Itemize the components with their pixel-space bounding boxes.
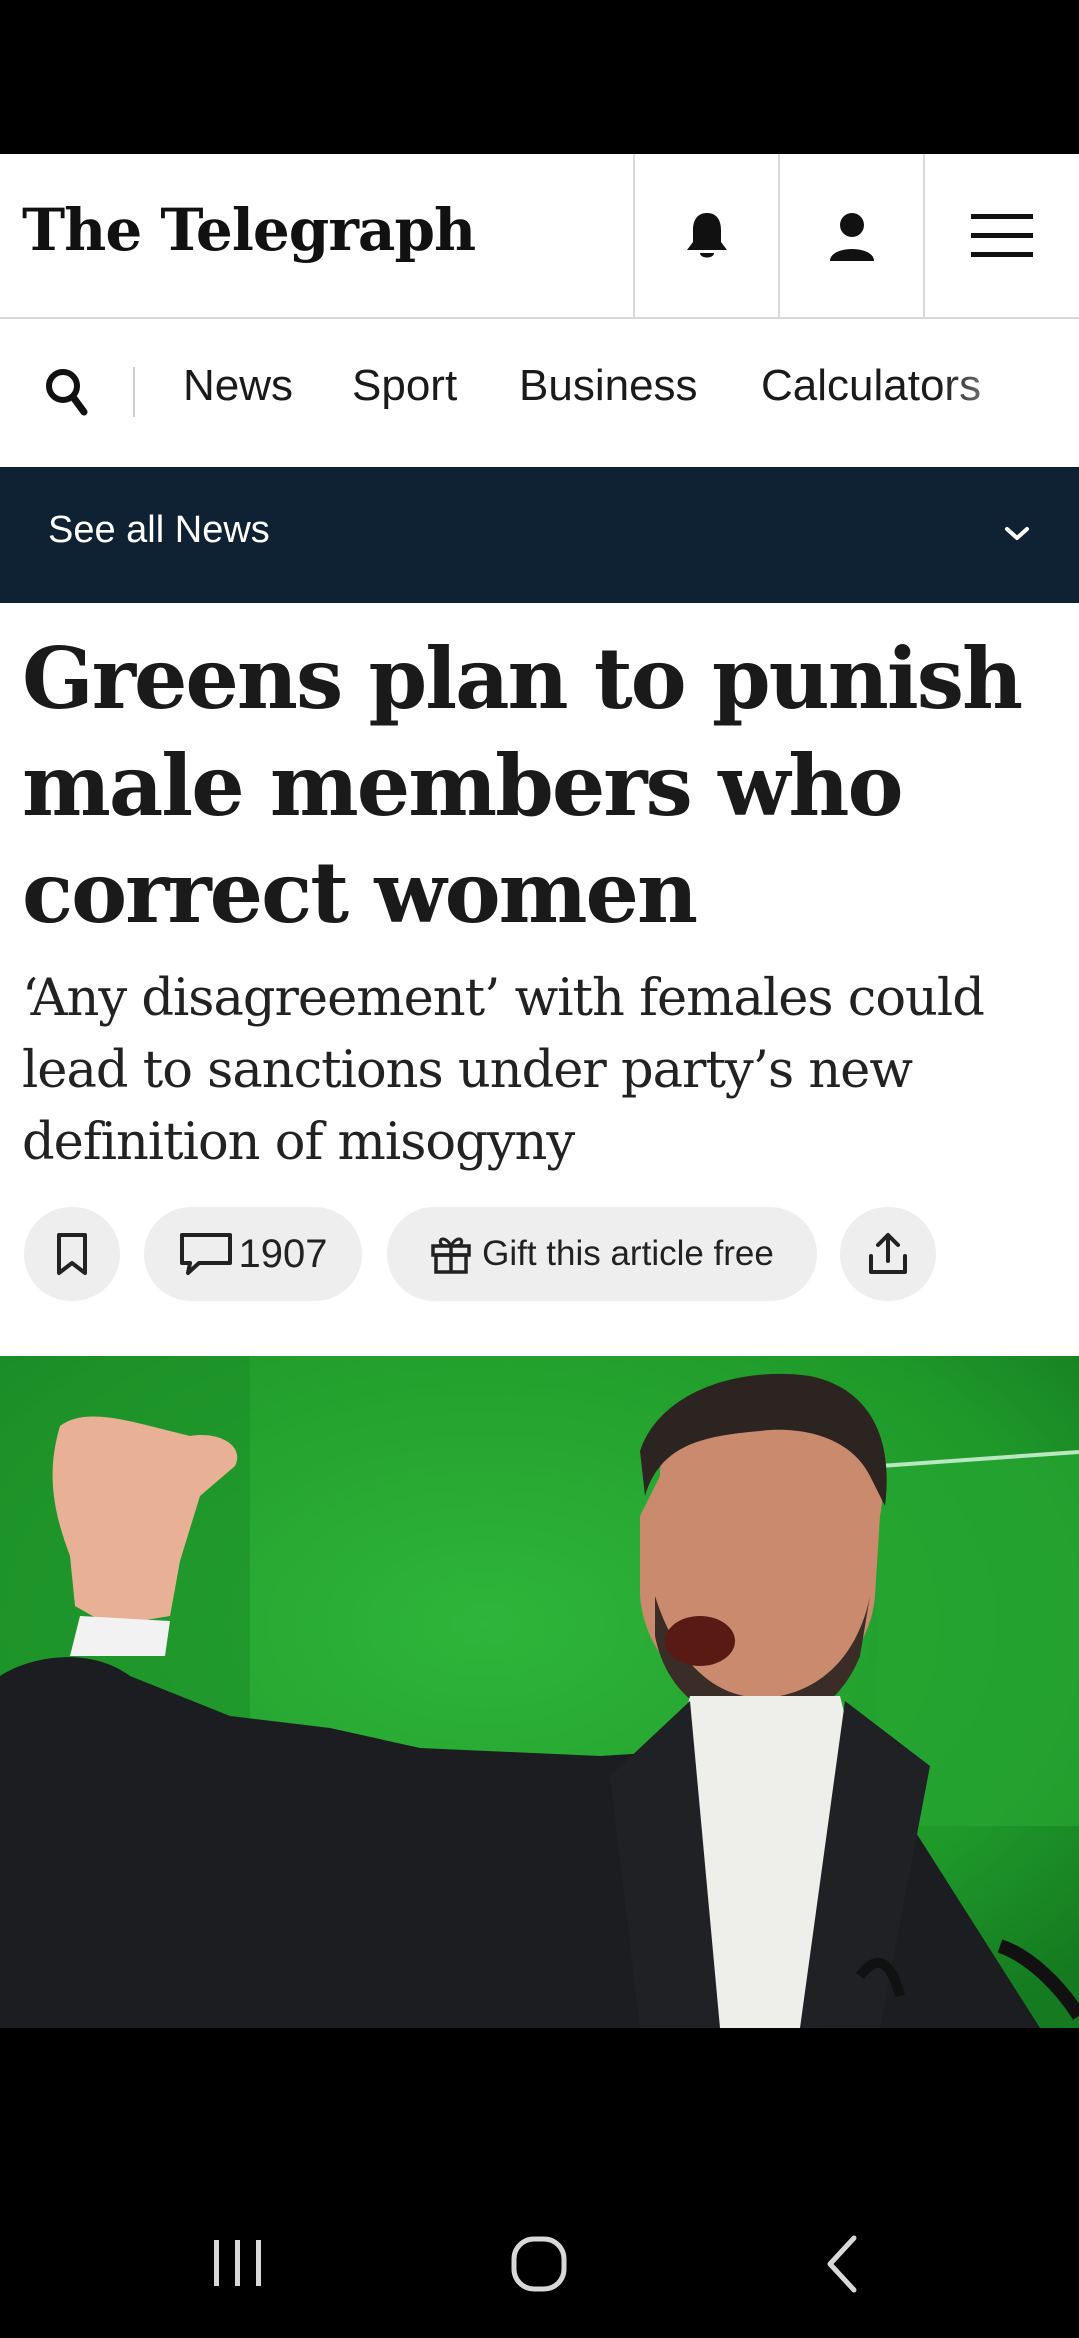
- nav-item-news[interactable]: News: [183, 361, 293, 411]
- hamburger-menu-icon: [971, 213, 1033, 257]
- section-nav: News Sport Business Calculators: [0, 319, 1079, 467]
- article-header: Greens plan to punish male members who c…: [0, 603, 1079, 1356]
- headline: Greens plan to punish male members who c…: [22, 629, 1023, 942]
- menu-button[interactable]: [923, 154, 1079, 317]
- search-icon[interactable]: [44, 367, 88, 417]
- share-button[interactable]: [840, 1207, 936, 1301]
- bell-icon: [686, 212, 727, 257]
- standfirst: ‘Any disagreement’ with females could le…: [22, 969, 985, 1172]
- see-all-news-dropdown[interactable]: See all News: [0, 467, 1079, 603]
- status-bar: [0, 0, 1079, 154]
- recents-icon[interactable]: [212, 2238, 264, 2288]
- gift-icon: [431, 1237, 471, 1274]
- comment-icon: [179, 1233, 232, 1275]
- nav-item-business[interactable]: Business: [519, 361, 698, 411]
- telegraph-logo[interactable]: The Telegraph: [22, 196, 476, 264]
- account-button[interactable]: [778, 154, 923, 317]
- nav-divider: [133, 367, 135, 417]
- home-icon[interactable]: [510, 2235, 568, 2293]
- comment-count: 1907: [238, 1231, 328, 1276]
- nav-scroll-fade: [939, 319, 1079, 467]
- gift-label: Gift this article free: [482, 1234, 774, 1273]
- back-icon[interactable]: [822, 2234, 862, 2294]
- masthead: The Telegraph: [0, 154, 1079, 319]
- comments-button[interactable]: 1907: [144, 1207, 362, 1301]
- gift-article-button[interactable]: Gift this article free: [387, 1207, 817, 1301]
- hero-photo-illustration: [0, 1356, 1079, 2028]
- bookmark-icon: [57, 1233, 87, 1275]
- bookmark-button[interactable]: [24, 1207, 120, 1301]
- user-icon: [829, 212, 874, 261]
- hero-image: [0, 1356, 1079, 2028]
- see-all-news-label: See all News: [48, 509, 270, 551]
- chevron-down-icon: [1005, 527, 1029, 540]
- nav-item-sport[interactable]: Sport: [352, 361, 457, 411]
- system-navigation-bar: [0, 2028, 1079, 2338]
- share-icon: [869, 1233, 907, 1274]
- notifications-button[interactable]: [633, 154, 778, 317]
